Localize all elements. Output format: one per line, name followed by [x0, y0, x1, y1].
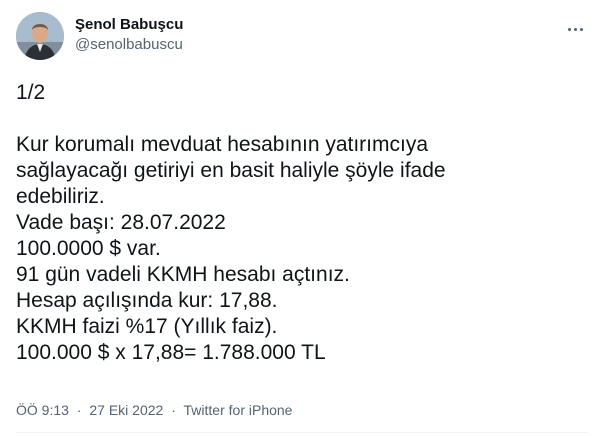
- tweet-text-line: 100.0000 $ var.: [16, 237, 161, 260]
- meta-separator: ·: [171, 402, 176, 418]
- tweet-text-line: 91 gün vadeli KKMH hesabı açtınız.: [16, 263, 350, 286]
- tweet-text-line: edebiliriz.: [16, 185, 105, 208]
- tweet-text-line: 1/2: [16, 81, 46, 104]
- more-options-icon: [567, 27, 583, 31]
- profile-photo-icon: [16, 12, 64, 60]
- tweet-date[interactable]: 27 Eki 2022: [89, 402, 163, 418]
- tweet-meta: ÖÖ 9:13 · 27 Eki 2022 · Twitter for iPho…: [16, 401, 292, 419]
- tweet-text-line: Hesap açılışında kur: 17,88.: [16, 289, 278, 312]
- tweet-text-line: Vade başı: 28.07.2022: [16, 211, 226, 234]
- tweet-card: Şenol Babuşcu @senolbabuscu 1/2 Kur koru…: [0, 0, 604, 436]
- tweet-text-line: sağlayacağı getiriyi en basit haliyle şö…: [16, 159, 446, 182]
- tweet-time[interactable]: ÖÖ 9:13: [16, 402, 69, 418]
- author-display-name[interactable]: Şenol Babuşcu: [75, 15, 183, 35]
- divider: [16, 432, 588, 433]
- tweet-text-line: Kur korumalı mevduat hesabının yatırımcı…: [16, 133, 429, 156]
- tweet-text-line: KKMH faizi %17 (Yıllık faiz).: [16, 315, 278, 338]
- meta-separator: ·: [76, 402, 82, 418]
- tweet-text-line: [16, 106, 588, 132]
- author-names: Şenol Babuşcu @senolbabuscu: [75, 15, 183, 55]
- author-avatar[interactable]: [16, 12, 64, 60]
- tweet-source[interactable]: Twitter for iPhone: [184, 402, 293, 418]
- author-handle[interactable]: @senolbabuscu: [75, 35, 183, 55]
- more-options-button[interactable]: [558, 12, 592, 46]
- tweet-text-line: 100.000 $ x 17,88= 1.788.000 TL: [16, 341, 326, 364]
- tweet-text: 1/2 Kur korumalı mevduat hesabının yatır…: [16, 80, 588, 366]
